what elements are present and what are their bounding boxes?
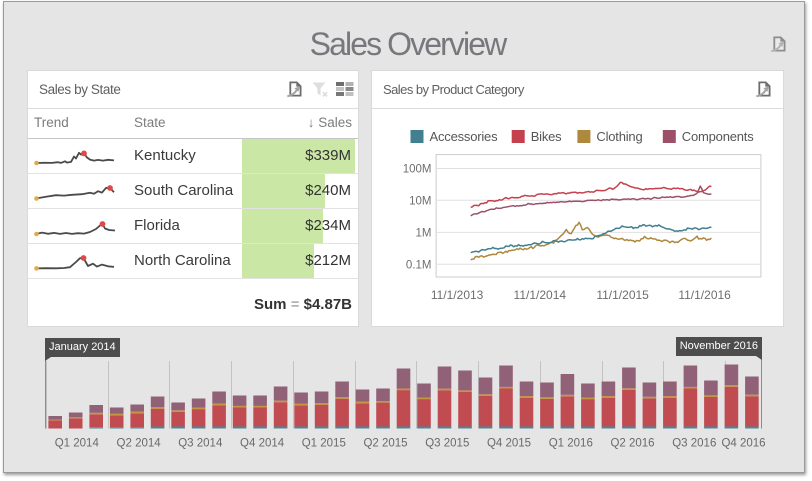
svg-text:Q1 2016: Q1 2016 [549,438,593,450]
svg-text:Q2 2015: Q2 2015 [363,438,407,450]
svg-text:Q3 2014: Q3 2014 [178,438,223,450]
svg-text:Q4 2014: Q4 2014 [240,438,285,450]
svg-text:Q1 2015: Q1 2015 [302,438,346,450]
svg-text:Q3 2016: Q3 2016 [672,438,716,450]
svg-text:Q4 2016: Q4 2016 [721,438,765,450]
svg-text:Q2 2016: Q2 2016 [610,438,654,450]
svg-text:Q2 2014: Q2 2014 [117,438,162,450]
svg-text:Q3 2015: Q3 2015 [425,438,469,450]
svg-text:Q1 2014: Q1 2014 [55,438,100,450]
svg-text:Q4 2015: Q4 2015 [487,438,531,450]
